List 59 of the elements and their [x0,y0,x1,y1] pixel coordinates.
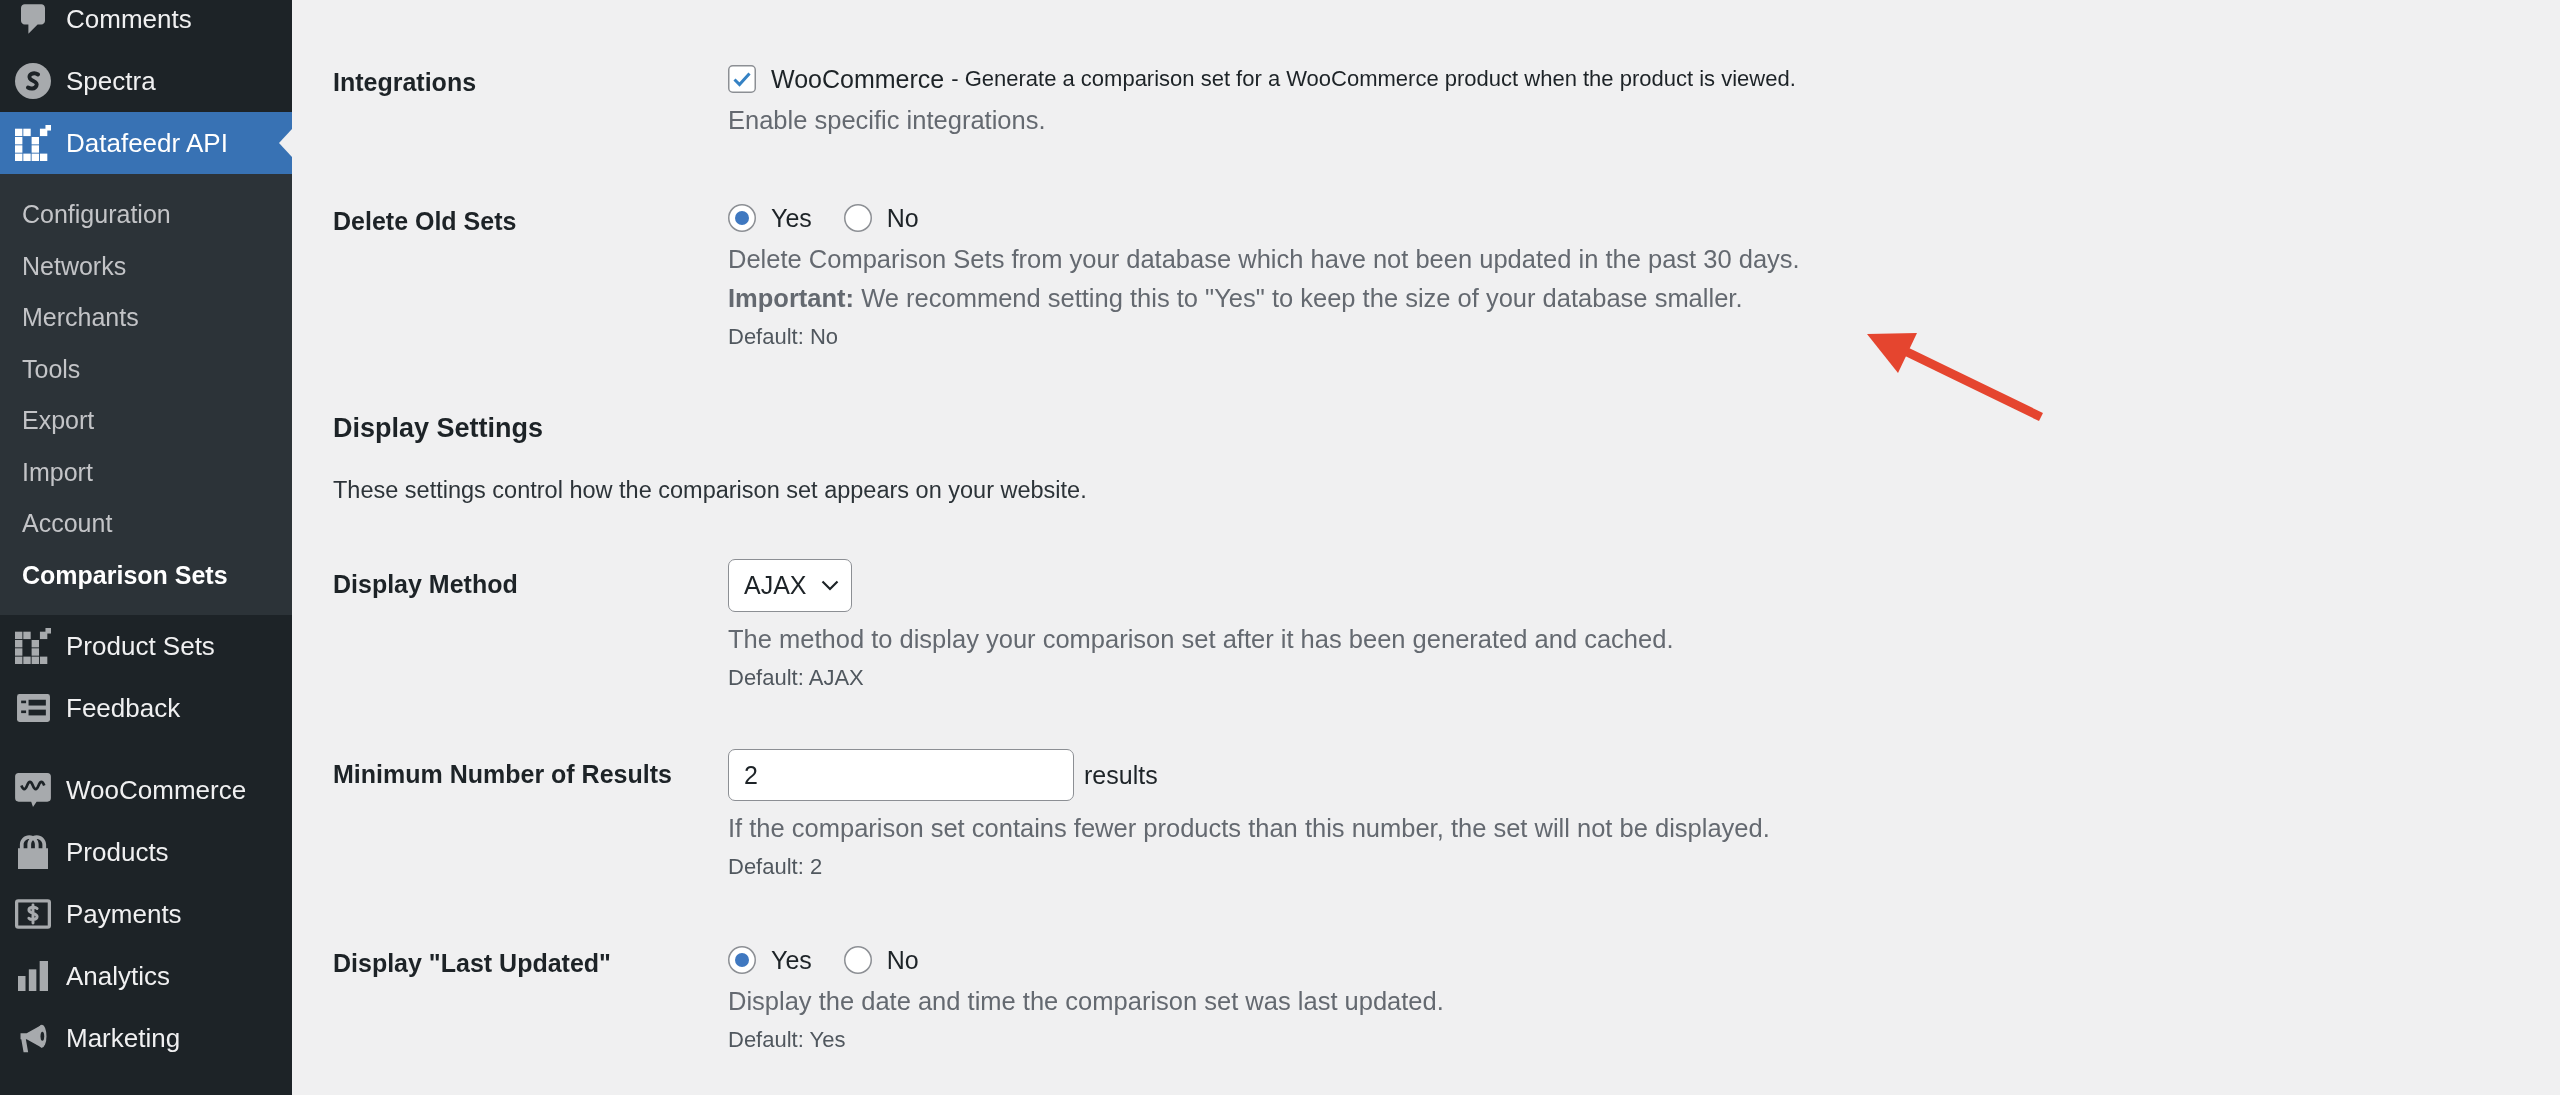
option-label[interactable]: Yes [771,203,812,233]
radio-button[interactable] [728,204,756,232]
section-intro: These settings control how the comparison set appears on your website. [333,476,1088,505]
submenu-item[interactable]: Comparison Sets [0,549,292,601]
option-label[interactable]: Yes [771,945,812,975]
sidebar-item[interactable]: Spectra [0,50,292,112]
default-note: Default: No [728,323,840,351]
submenu-item[interactable]: Export [0,395,292,447]
option-description: - Generate a comparison set for a WooCommerce product when the product is viewed. [951,66,1796,92]
sidebar-item[interactable]: Payments [0,883,292,945]
sidebar-item[interactable]: WooCommerce [0,759,292,821]
pixel-grid-icon [15,125,51,161]
number-field[interactable]: 2 [728,749,1074,801]
submenu-item[interactable]: Tools [0,343,292,395]
sidebar-item[interactable]: Marketing [0,1007,292,1069]
submenu-item[interactable]: Merchants [0,292,292,344]
description-text: Enable specific integrations. [728,105,1047,136]
dollar-icon [15,899,51,929]
comment-icon [21,4,45,34]
sidebar-item[interactable]: Feedback [0,677,292,739]
description-text: Important: We recommend setting this to "Yes" to keep the size of your database smaller. [728,283,1744,314]
option-label[interactable]: WooCommerce [771,64,945,94]
unit-label: results [1084,760,1158,790]
submenu-item[interactable]: Configuration [0,189,292,241]
form-icon [16,694,50,722]
setting-label: Minimum Number of Results [333,759,673,790]
bar-chart-icon [18,961,48,991]
pixel-grid-icon [15,628,51,664]
radio-button[interactable] [843,946,872,974]
speech-bubble-icon [15,773,51,807]
section-heading: Display Settings [333,412,545,445]
sidebar-item[interactable]: Comments [0,0,292,50]
submenu-item[interactable]: Import [0,446,292,498]
default-note: Default: Yes [728,1026,847,1054]
option-label[interactable]: No [886,203,919,233]
setting-label: Display "Last Updated" [333,948,612,979]
sidebar-item[interactable]: Product Sets [0,615,292,677]
description-text: Delete Comparison Sets from your database which have not been updated in the past 30 days. [728,244,1801,275]
default-note: Default: 2 [728,853,824,881]
sidebar-item[interactable]: Analytics [0,945,292,1007]
bag-icon [18,835,48,869]
description-text: The method to display your comparison set after it has been generated and cached. [728,624,1675,655]
radio-button[interactable] [843,204,872,232]
select-dropdown[interactable]: AJAX [728,559,852,612]
default-note: Default: AJAX [728,664,865,692]
description-text: If the comparison set contains fewer products than this number, the set will not be displayed. [728,813,1771,844]
radio-button[interactable] [728,946,756,974]
sidebar-item[interactable]: Datafeedr API [0,112,292,174]
chevron-down-icon [820,580,839,591]
option-label[interactable]: No [886,945,919,975]
submenu-item[interactable]: Networks [0,240,292,292]
submenu-item[interactable]: Account [0,498,292,550]
circle-logo-icon [15,63,51,99]
setting-label: Delete Old Sets [333,206,518,237]
setting-label: Display Method [333,569,519,600]
checkbox[interactable] [728,65,756,93]
setting-label: Integrations [333,67,478,98]
sidebar-item[interactable]: Products [0,821,292,883]
description-text: Display the date and time the comparison set was last updated. [728,986,1445,1017]
